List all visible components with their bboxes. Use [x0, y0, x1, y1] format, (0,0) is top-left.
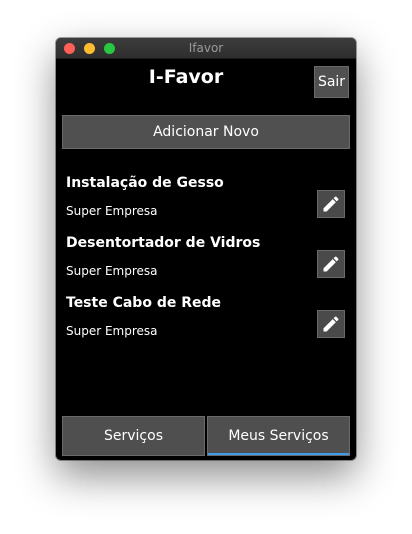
service-title: Teste Cabo de Rede: [66, 295, 221, 311]
service-company: Super Empresa: [66, 324, 158, 338]
tab-label: Meus Serviços: [228, 428, 329, 444]
title-bar: Ifavor: [56, 38, 356, 59]
service-company: Super Empresa: [66, 204, 158, 218]
service-title: Desentortador de Vidros: [66, 235, 261, 251]
tab-servicos[interactable]: Serviços: [62, 416, 205, 456]
service-title: Instalação de Gesso: [66, 175, 224, 191]
logout-button[interactable]: Sair: [314, 66, 349, 98]
add-new-button[interactable]: Adicionar Novo: [62, 115, 350, 149]
app-window: Ifavor I-Favor Sair Adicionar Novo Insta…: [56, 38, 356, 460]
pencil-icon: [323, 316, 339, 332]
edit-button[interactable]: [317, 310, 345, 338]
edit-button[interactable]: [317, 250, 345, 278]
pencil-icon: [323, 196, 339, 212]
active-tab-indicator: [208, 453, 349, 455]
tab-meus-servicos[interactable]: Meus Serviços: [207, 416, 350, 456]
pencil-icon: [323, 256, 339, 272]
service-company: Super Empresa: [66, 264, 158, 278]
window-title: Ifavor: [188, 41, 224, 55]
app-title: I-Favor: [148, 66, 224, 88]
edit-button[interactable]: [317, 190, 345, 218]
